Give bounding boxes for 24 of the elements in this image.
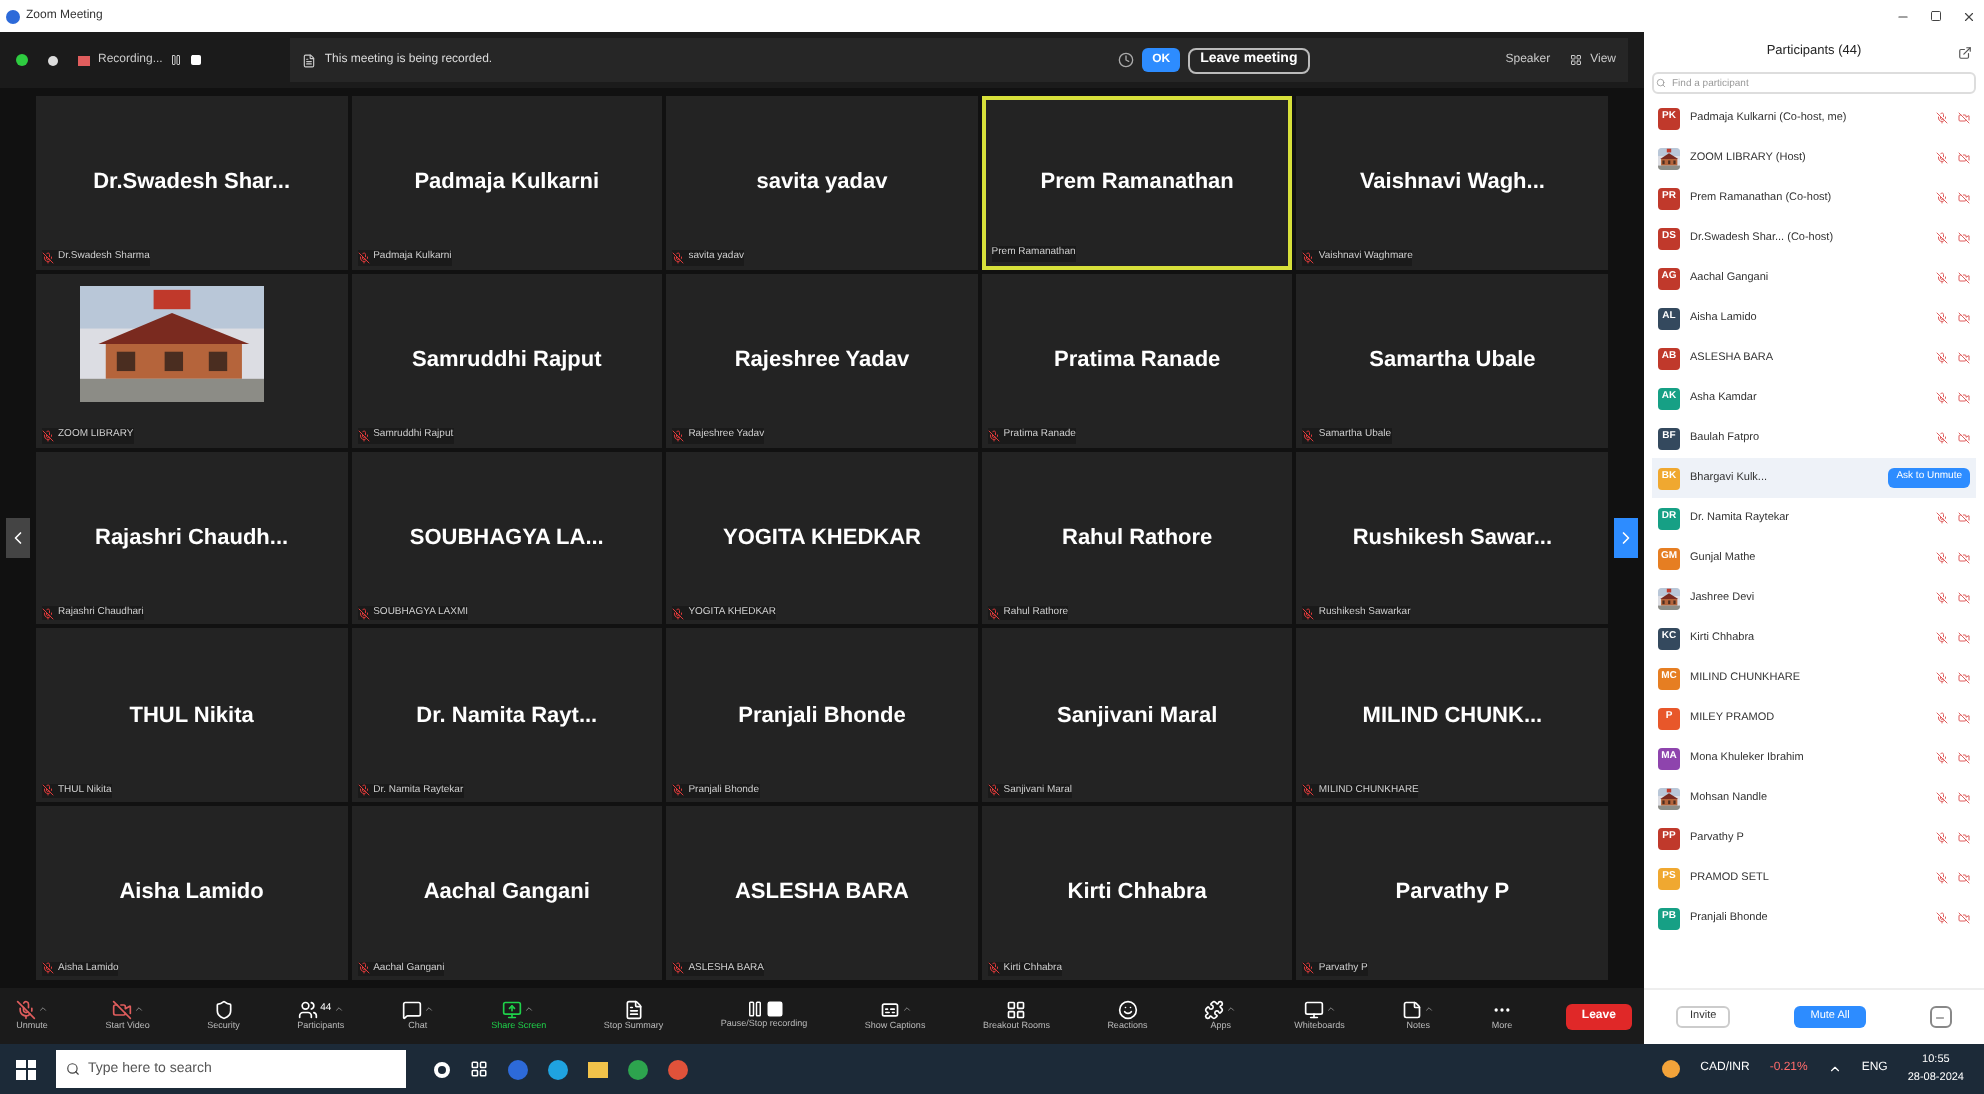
participant-name: Pratima Ranade — [1054, 345, 1221, 376]
participant-name: Aisha Lamido — [119, 878, 264, 909]
participant-name: Aachal Gangani — [423, 878, 590, 909]
participant-name: THUL Nikita — [129, 701, 254, 732]
participant-name: Samartha Ubale — [1369, 345, 1536, 376]
participant-name: Pranjali Bhonde — [738, 701, 906, 732]
participant-name: ASLESHA BARA — [734, 878, 909, 909]
participant-name: Rushikesh Sawar... — [1352, 523, 1553, 554]
participant-name: Kirti Chhabra — [1067, 878, 1207, 909]
participant-name: Dr. Namita Rayt... — [416, 701, 598, 732]
participant-name: savita yadav — [756, 168, 888, 199]
participant-name: Rahul Rathore — [1062, 523, 1213, 554]
participant-name: Padmaja Kulkarni — [414, 168, 600, 199]
participant-name: SOUBHAGYA LA... — [409, 523, 604, 554]
participant-name: Vaishnavi Wagh... — [1359, 168, 1545, 199]
participant-name: Parvathy P — [1395, 878, 1510, 909]
participant-name: Sanjivani Maral — [1057, 701, 1218, 732]
participant-name: YOGITA KHEDKAR — [722, 523, 921, 554]
participant-name: Rajeshree Yadav — [734, 345, 910, 376]
participant-name: Prem Ramanathan — [1040, 168, 1234, 199]
participant-name: MILIND CHUNK... — [1362, 701, 1543, 732]
participant-name: Samruddhi Rajput — [412, 345, 602, 376]
participant-name: Dr.Swadesh Shar... — [93, 168, 291, 199]
participant-name: Rajashri Chaudh... — [95, 523, 289, 554]
